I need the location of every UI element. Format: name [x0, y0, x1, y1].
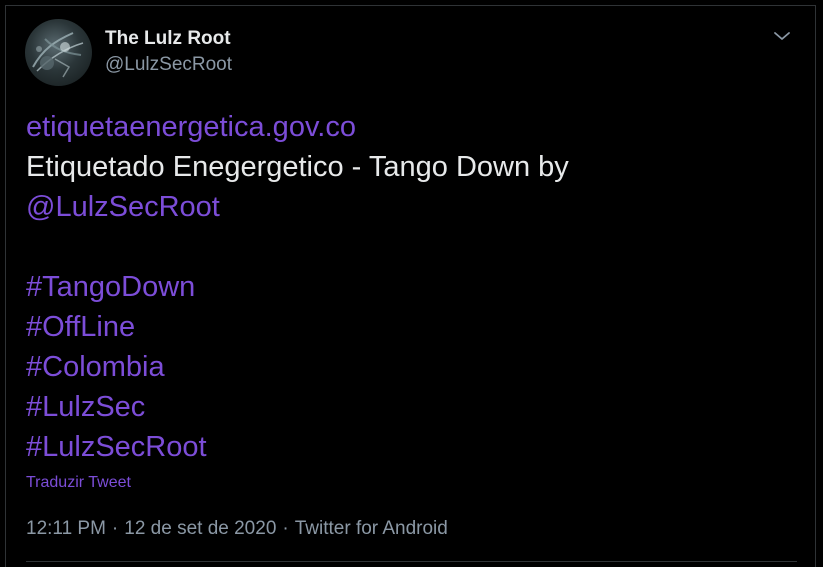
- tweet-date[interactable]: 12 de set de 2020: [124, 518, 276, 539]
- chevron-down-icon: [774, 32, 790, 40]
- hashtag-colombia[interactable]: #Colombia: [26, 351, 165, 383]
- mention-link[interactable]: @LulzSecRoot: [26, 191, 220, 223]
- avatar-image: [32, 32, 84, 78]
- avatar[interactable]: [25, 19, 92, 86]
- tweet-source[interactable]: Twitter for Android: [295, 518, 448, 539]
- author-display-name[interactable]: The Lulz Root: [105, 28, 231, 50]
- link-domain[interactable]: etiquetaenergetica.gov.co: [26, 111, 356, 143]
- author-handle[interactable]: @LulzSecRoot: [105, 54, 232, 76]
- tweet-text-line: Etiquetado Enegergetico - Tango Down by: [26, 151, 569, 183]
- meta-separator: ·: [111, 518, 119, 539]
- tweet-text: etiquetaenergetica.gov.co Etiquetado Ene…: [26, 107, 796, 467]
- hashtag-offline[interactable]: #OffLine: [26, 311, 135, 343]
- hashtag-tangodown[interactable]: #TangoDown: [26, 271, 195, 303]
- divider: [26, 561, 797, 562]
- translate-tweet-link[interactable]: Traduzir Tweet: [26, 474, 131, 492]
- hashtag-lulzsecroot[interactable]: #LulzSecRoot: [26, 431, 207, 463]
- more-options-button[interactable]: [770, 24, 794, 48]
- tweet-meta: 12:11 PM · 12 de set de 2020 · Twitter for A…: [26, 518, 448, 540]
- hashtag-lulzsec[interactable]: #LulzSec: [26, 391, 145, 423]
- tweet-time[interactable]: 12:11 PM: [26, 518, 106, 539]
- meta-separator: ·: [282, 518, 289, 539]
